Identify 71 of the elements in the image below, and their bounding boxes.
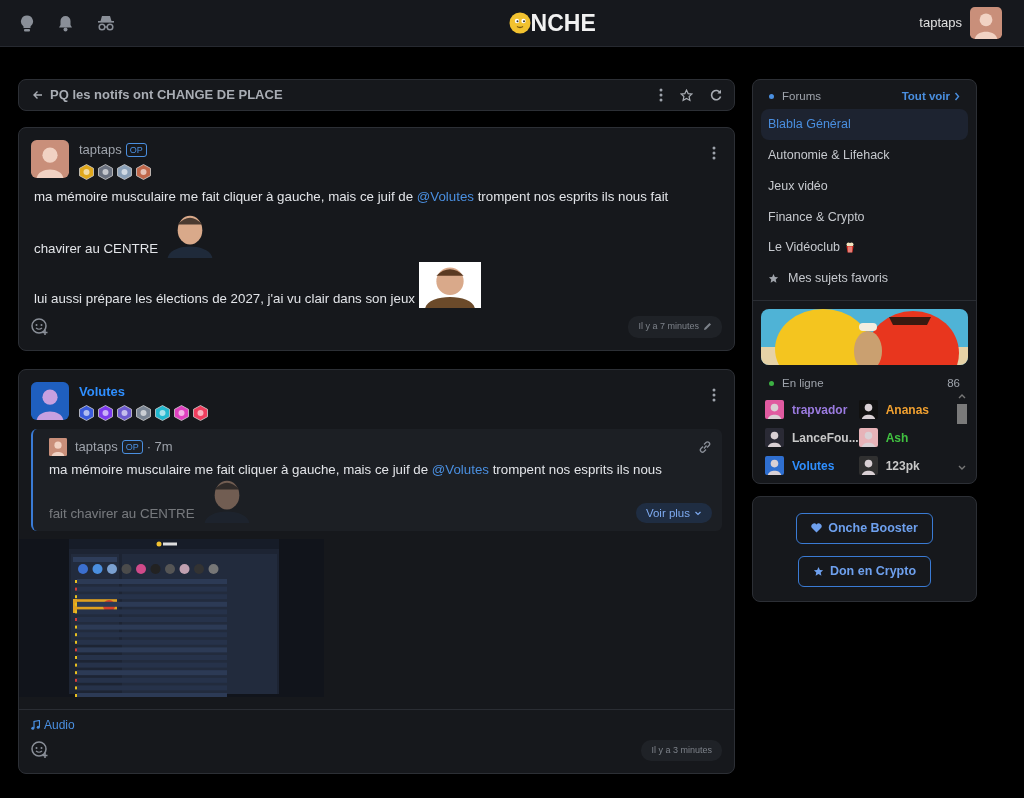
star-icon — [768, 272, 779, 284]
mention-link[interactable]: @Volutes — [416, 188, 474, 204]
more-options-icon[interactable] — [659, 88, 663, 102]
show-more-button[interactable]: Voir plus — [635, 503, 712, 524]
chevron-down-icon — [694, 509, 702, 518]
back-arrow-icon[interactable] — [33, 90, 43, 100]
op-tag: OP — [121, 439, 143, 454]
add-reaction-icon[interactable] — [31, 741, 49, 760]
user-avatar — [858, 456, 878, 475]
user-avatar — [970, 7, 1002, 39]
author-avatar — [31, 140, 69, 178]
online-count: 86 — [947, 375, 960, 391]
see-all-link[interactable]: Tout voir — [901, 88, 960, 106]
timestamp: Il y a 3 minutes — [641, 739, 722, 762]
online-dot-icon — [769, 380, 774, 386]
audio-link[interactable]: Audio — [31, 716, 75, 735]
forum-item[interactable]: Jeux vidéo — [761, 170, 968, 202]
music-note-icon — [31, 720, 40, 731]
topic-title: PQ les notifs ont CHANGE DE PLACE — [50, 86, 283, 105]
incognito-icon[interactable] — [97, 15, 115, 31]
quote-avatar — [49, 437, 67, 456]
online-user-name[interactable]: trapvador — [792, 400, 848, 419]
logo-face-icon — [508, 12, 531, 34]
online-user-name[interactable]: 123pk — [885, 456, 920, 475]
favorite-star-icon[interactable] — [680, 88, 693, 102]
support-button[interactable]: Don en Crypto — [797, 555, 932, 587]
notification-bell-icon[interactable] — [58, 14, 73, 32]
post-options-icon[interactable] — [712, 146, 716, 160]
author-name[interactable]: Volutes — [79, 381, 125, 402]
post-text: lui aussi prépare les élections de 2027, j'ai vu clair dans son jeux — [34, 289, 415, 308]
forum-item[interactable]: Autonomie & Lifehack — [761, 140, 968, 171]
user-avatar — [765, 400, 784, 419]
section-title: Forums — [782, 89, 821, 104]
quote-author[interactable]: taptaps — [75, 437, 118, 457]
user-avatar — [765, 428, 784, 447]
forum-item[interactable]: Blabla Général — [761, 109, 968, 140]
user-avatar — [858, 400, 878, 419]
popcorn-icon — [846, 242, 855, 254]
author-name[interactable]: taptaps — [79, 140, 122, 160]
quote-text: ma mémoire musculaire me fait cliquer à gauche, mais ce juif de @Volutes trompent nos esprits ils nous — [49, 460, 662, 479]
lightbulb-icon[interactable] — [20, 14, 34, 32]
forum-item[interactable]: Le Vidéoclub — [761, 232, 968, 263]
dot-icon — [769, 94, 774, 100]
forum-item[interactable]: Finance & Crypto — [761, 201, 968, 233]
author-avatar — [31, 381, 69, 420]
forum-item[interactable]: Mes sujets favoris — [761, 263, 968, 294]
online-user-name[interactable]: Ash — [885, 428, 909, 447]
refresh-icon[interactable] — [710, 89, 722, 101]
user-avatar — [858, 428, 878, 447]
star-icon — [812, 565, 824, 577]
username[interactable]: taptaps — [919, 13, 962, 33]
online-user-name[interactable]: Volutes — [792, 456, 835, 475]
quote-text: fait chavirer au CENTRE — [49, 504, 195, 523]
op-tag: OP — [125, 142, 147, 157]
post-text: ma mémoire musculaire me fait cliquer à gauche, mais ce juif de @Volutes trompent nos esprits ils nous fait — [34, 187, 669, 206]
logo[interactable]: NCHE — [508, 5, 596, 41]
post-options-icon[interactable] — [712, 387, 716, 402]
scrollbar[interactable] — [956, 392, 968, 472]
link-icon[interactable] — [698, 439, 712, 454]
heart-icon — [811, 523, 823, 534]
post-text: chavirer au CENTRE — [34, 239, 159, 258]
section-title: En ligne — [782, 375, 824, 391]
quote-age: · 7m — [146, 438, 173, 457]
online-user-name[interactable]: Ananas — [885, 400, 930, 419]
support-button[interactable]: Onche Booster — [796, 513, 933, 544]
online-user-name[interactable]: LanceFou... — [792, 428, 859, 447]
mention-link[interactable]: @Volutes — [431, 461, 489, 477]
chevron-right-icon — [954, 92, 960, 102]
user-avatar — [765, 456, 784, 475]
timestamp: Il y a 7 minutes — [628, 316, 722, 338]
add-reaction-icon[interactable] — [31, 317, 49, 336]
